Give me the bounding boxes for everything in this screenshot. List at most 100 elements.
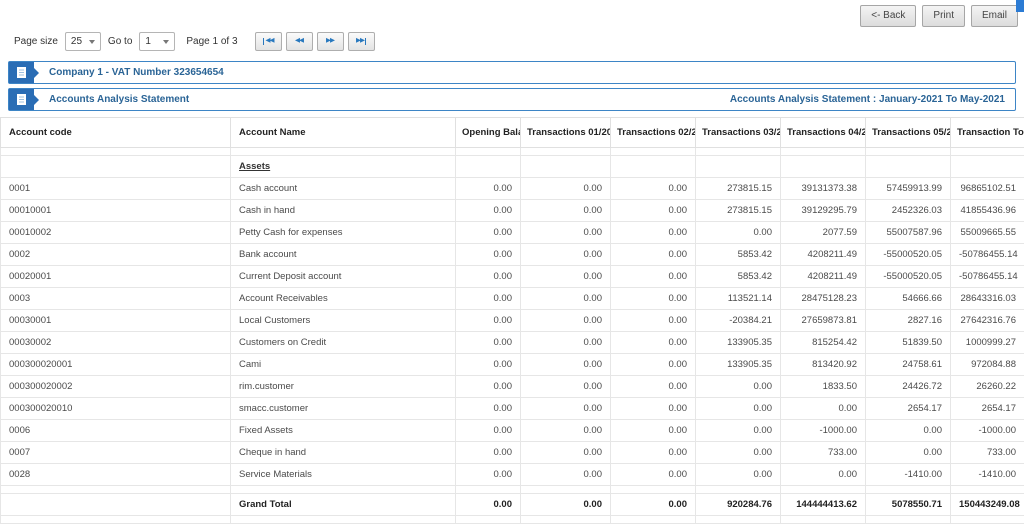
value-cell: 57459913.99 bbox=[866, 178, 951, 200]
value-cell: 133905.35 bbox=[696, 354, 781, 376]
value-cell: 0.00 bbox=[456, 464, 521, 486]
last-page-button[interactable]: ▶▶ bbox=[348, 32, 375, 51]
spacer-cell bbox=[696, 148, 781, 156]
table-row: 0028Service Materials0.000.000.000.000.0… bbox=[1, 464, 1024, 486]
table-row: 0007Cheque in hand0.000.000.000.00733.00… bbox=[1, 442, 1024, 464]
spacer-cell bbox=[231, 516, 456, 524]
account-name-cell: Customers on Credit bbox=[231, 332, 456, 354]
account-name-cell: Service Materials bbox=[231, 464, 456, 486]
table-row: 000300020002rim.customer0.000.000.000.00… bbox=[1, 376, 1024, 398]
spacer-cell bbox=[611, 148, 696, 156]
value-cell: 0.00 bbox=[521, 266, 611, 288]
table-row: 00010002Petty Cash for expenses0.000.000… bbox=[1, 222, 1024, 244]
account-code-cell: 0002 bbox=[1, 244, 231, 266]
value-cell: 0.00 bbox=[456, 332, 521, 354]
value-cell: 4208211.49 bbox=[781, 244, 866, 266]
value-cell: 113521.14 bbox=[696, 288, 781, 310]
spacer-cell bbox=[456, 516, 521, 524]
back-button[interactable]: <- Back bbox=[860, 5, 916, 27]
document-icon bbox=[9, 62, 34, 83]
value-cell: 0.00 bbox=[611, 332, 696, 354]
column-header: Transaction Total bbox=[951, 118, 1024, 148]
next-page-button[interactable]: ▶▶ bbox=[317, 32, 344, 51]
account-code-cell: 0006 bbox=[1, 420, 231, 442]
account-name-cell: Cash in hand bbox=[231, 200, 456, 222]
value-cell: 0.00 bbox=[866, 420, 951, 442]
section-row: Assets bbox=[1, 156, 1024, 178]
value-cell: 0.00 bbox=[521, 332, 611, 354]
header-row: Account codeAccount NameOpening BalanceT… bbox=[1, 118, 1024, 148]
page-size-select[interactable]: 25 bbox=[65, 32, 101, 51]
value-cell: -1410.00 bbox=[866, 464, 951, 486]
email-button[interactable]: Email bbox=[971, 5, 1018, 27]
value-cell: 5853.42 bbox=[696, 266, 781, 288]
value-cell: -20384.21 bbox=[696, 310, 781, 332]
value-cell: 0.00 bbox=[611, 354, 696, 376]
goto-page-value: 1 bbox=[145, 36, 151, 47]
value-cell: 55009665.55 bbox=[951, 222, 1024, 244]
value-cell: 0.00 bbox=[611, 200, 696, 222]
value-cell: 0.00 bbox=[521, 464, 611, 486]
account-code-cell: 0028 bbox=[1, 464, 231, 486]
accounts-table: Account codeAccount NameOpening BalanceT… bbox=[0, 117, 1024, 524]
value-cell: 0.00 bbox=[611, 420, 696, 442]
value-cell: 0.00 bbox=[521, 288, 611, 310]
column-header: Transactions 01/2021 bbox=[521, 118, 611, 148]
value-cell: 39131373.38 bbox=[781, 178, 866, 200]
account-code-cell: 000300020001 bbox=[1, 354, 231, 376]
spacer-cell bbox=[521, 486, 611, 494]
account-code-cell: 000300020002 bbox=[1, 376, 231, 398]
company-title: Company 1 - VAT Number 323654654 bbox=[49, 67, 224, 78]
value-cell: 733.00 bbox=[781, 442, 866, 464]
document-icon bbox=[9, 89, 34, 110]
value-cell: 0.00 bbox=[611, 244, 696, 266]
value-cell: 2827.16 bbox=[866, 310, 951, 332]
spacer-cell bbox=[951, 148, 1024, 156]
spacer-cell bbox=[456, 148, 521, 156]
value-cell: 51839.50 bbox=[866, 332, 951, 354]
top-toolbar: <- Back Print Email bbox=[0, 0, 1024, 30]
spacer-cell bbox=[231, 486, 456, 494]
value-cell: 0.00 bbox=[521, 494, 611, 516]
value-cell bbox=[456, 156, 521, 178]
spacer-cell bbox=[951, 516, 1024, 524]
value-cell: 2654.17 bbox=[951, 398, 1024, 420]
value-cell: 1833.50 bbox=[781, 376, 866, 398]
goto-page-select[interactable]: 1 bbox=[139, 32, 175, 51]
prev-page-button[interactable]: ◀◀ bbox=[286, 32, 313, 51]
account-name-cell: Current Deposit account bbox=[231, 266, 456, 288]
value-cell: 0.00 bbox=[696, 420, 781, 442]
spacer-row bbox=[1, 486, 1024, 494]
statement-title: Accounts Analysis Statement bbox=[49, 94, 189, 105]
value-cell: -50786455.14 bbox=[951, 266, 1024, 288]
value-cell: 27659873.81 bbox=[781, 310, 866, 332]
table-row: 0001Cash account0.000.000.00273815.15391… bbox=[1, 178, 1024, 200]
value-cell: 0.00 bbox=[521, 222, 611, 244]
account-code-cell: 00010002 bbox=[1, 222, 231, 244]
statement-period: Accounts Analysis Statement : January-20… bbox=[730, 94, 1005, 105]
account-name-cell: Cash account bbox=[231, 178, 456, 200]
column-header: Transactions 03/2021 bbox=[696, 118, 781, 148]
value-cell: 0.00 bbox=[696, 376, 781, 398]
value-cell: 144444413.62 bbox=[781, 494, 866, 516]
value-cell: 815254.42 bbox=[781, 332, 866, 354]
spacer-cell bbox=[456, 486, 521, 494]
account-name-cell: Petty Cash for expenses bbox=[231, 222, 456, 244]
value-cell: 1000999.27 bbox=[951, 332, 1024, 354]
value-cell: -1000.00 bbox=[951, 420, 1024, 442]
value-cell: 0.00 bbox=[456, 494, 521, 516]
scrollbar-thumb[interactable] bbox=[1016, 0, 1024, 12]
account-code-cell: 000300020010 bbox=[1, 398, 231, 420]
value-cell: -1000.00 bbox=[781, 420, 866, 442]
toolbar-button-group: <- Back Print Email bbox=[860, 5, 1018, 27]
value-cell: -1410.00 bbox=[951, 464, 1024, 486]
table-row: 000300020010smacc.customer0.000.000.000.… bbox=[1, 398, 1024, 420]
account-name-cell: Bank account bbox=[231, 244, 456, 266]
value-cell: 0.00 bbox=[521, 420, 611, 442]
value-cell: 0.00 bbox=[611, 376, 696, 398]
grand-total-row: Grand Total0.000.000.00920284.7614444441… bbox=[1, 494, 1024, 516]
first-page-button[interactable]: ◀◀ bbox=[255, 32, 282, 51]
spacer-cell bbox=[781, 486, 866, 494]
print-button[interactable]: Print bbox=[922, 5, 965, 27]
statement-banner: Accounts Analysis Statement Accounts Ana… bbox=[8, 88, 1016, 111]
